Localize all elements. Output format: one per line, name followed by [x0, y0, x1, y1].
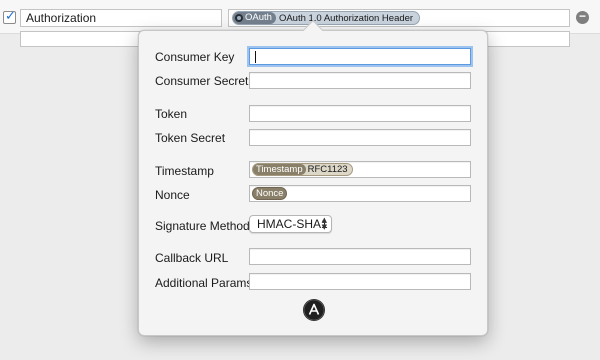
- additional-params-input[interactable]: [249, 273, 471, 290]
- consumer-secret-label: Consumer Secret: [155, 74, 249, 88]
- nonce-label: Nonce: [155, 188, 190, 202]
- consumer-secret-input[interactable]: [249, 72, 471, 89]
- signature-method-value: HMAC-SHA1: [257, 217, 328, 231]
- callback-url-input[interactable]: [249, 248, 471, 265]
- token-input[interactable]: [249, 105, 471, 122]
- consumer-key-label: Consumer Key: [155, 50, 235, 64]
- header-enabled-checkbox[interactable]: ✓: [3, 9, 16, 24]
- oauth-token-label: OAuth 1.0 Authorization Header: [278, 12, 414, 24]
- additional-params-label: Additional Params: [155, 276, 253, 290]
- request-headers-editor: ✓ Authorization OAuth OAuth 1.0 Authoriz…: [0, 0, 600, 360]
- checkmark-icon: ✓: [5, 9, 16, 24]
- token-secret-input[interactable]: [249, 129, 471, 146]
- timestamp-token[interactable]: Timestamp RFC1123: [252, 163, 353, 176]
- header-value-field[interactable]: OAuth OAuth 1.0 Authorization Header: [228, 9, 570, 27]
- signature-logo-icon: [303, 299, 325, 321]
- nonce-token[interactable]: Nonce: [252, 187, 288, 200]
- token-secret-label: Token Secret: [155, 131, 226, 145]
- text-caret: [255, 51, 256, 63]
- nonce-input[interactable]: Nonce: [249, 185, 471, 202]
- timestamp-label: Timestamp: [155, 164, 214, 178]
- timestamp-token-value: RFC1123: [307, 164, 348, 175]
- signature-method-label: Signature Method: [155, 219, 250, 233]
- header-row: ✓ Authorization OAuth OAuth 1.0 Authoriz…: [0, 0, 600, 34]
- oauth-popover: Consumer Key Consumer Secret Token Token…: [138, 20, 488, 336]
- remove-header-button[interactable]: −: [576, 9, 589, 24]
- token-label: Token: [155, 107, 188, 121]
- timestamp-token-tag: Timestamp: [253, 164, 306, 175]
- updown-chevron-icon: ▲ ▼: [321, 216, 327, 231]
- oauth-token-tag-label: OAuth: [245, 12, 272, 23]
- timestamp-input[interactable]: Timestamp RFC1123: [249, 161, 471, 178]
- oauth-token-tag: OAuth: [233, 12, 276, 24]
- oauth-dot-icon: [235, 14, 243, 22]
- callback-url-label: Callback URL: [155, 251, 229, 265]
- consumer-key-input[interactable]: [249, 48, 471, 65]
- minus-icon: −: [578, 9, 586, 23]
- header-name-field[interactable]: Authorization: [20, 9, 222, 27]
- signature-method-select[interactable]: HMAC-SHA1 ▲ ▼: [249, 215, 332, 233]
- oauth-token[interactable]: OAuth OAuth 1.0 Authorization Header: [232, 11, 421, 25]
